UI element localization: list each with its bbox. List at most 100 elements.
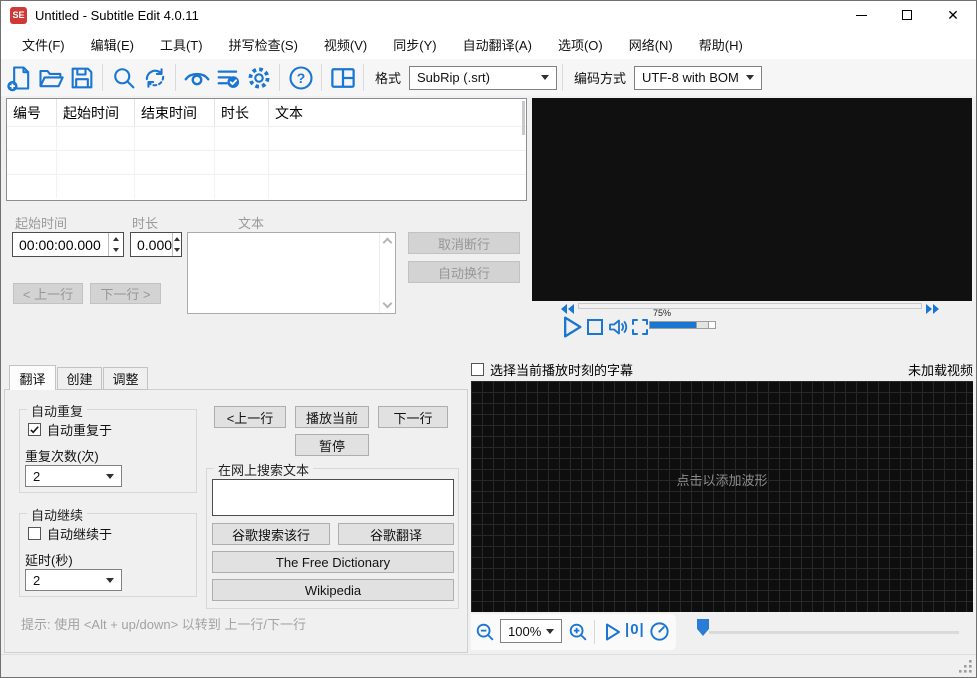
find-button[interactable] [108,62,139,93]
autobreak-button[interactable]: 自动换行 [408,261,520,283]
menu-sync[interactable]: 同步(Y) [380,29,449,59]
fast-forward-icon [926,304,939,314]
stop-icon [587,319,603,335]
video-mute-button[interactable] [606,315,630,344]
start-time-value[interactable]: 00:00:00.000 [13,233,108,256]
visual-sync-button[interactable] [181,62,212,93]
duration-value[interactable]: 0.000 [131,233,172,256]
settings-button[interactable] [243,62,274,93]
previous-line-button[interactable]: < 上一行 [13,283,83,304]
speedometer-icon [650,622,669,641]
menu-auto-translate[interactable]: 自动翻译(A) [450,29,545,59]
column-number[interactable]: 编号 [7,99,57,126]
next-line-button-2[interactable]: 下一行 [378,406,448,428]
waveform-zoom-out-button[interactable] [474,621,496,643]
status-bar [1,654,976,677]
next-line-button[interactable]: 下一行 > [90,283,161,304]
textarea-scrollbar[interactable] [379,233,395,313]
video-seekbar[interactable] [578,303,922,309]
video-stop-button[interactable] [586,318,604,341]
layout-icon [330,67,355,88]
text-label: 文本 [238,216,265,231]
video-fullscreen-button[interactable] [630,317,650,342]
scroll-down-icon[interactable] [382,298,393,309]
waveform-position-slider[interactable] [709,631,959,634]
spin-down-icon[interactable] [173,245,181,257]
menu-file[interactable]: 文件(F) [9,29,78,59]
column-end-time[interactable]: 结束时间 [135,99,215,126]
column-start-time[interactable]: 起始时间 [57,99,135,126]
auto-continue-checkbox-row[interactable]: 自动继续于 [28,524,112,543]
scroll-up-icon[interactable] [382,237,393,248]
save-file-button[interactable] [66,62,97,93]
table-row[interactable] [7,150,526,174]
maximize-button[interactable] [884,1,930,29]
checkbox-unchecked-icon[interactable] [28,527,41,540]
video-play-button[interactable] [557,313,585,346]
list-scrollbar[interactable] [522,101,525,135]
free-dictionary-button[interactable]: The Free Dictionary [212,551,454,573]
menu-tools[interactable]: 工具(T) [147,29,216,59]
unbreak-button[interactable]: 取消断行 [408,232,520,254]
tab-adjust[interactable]: 调整 [103,367,148,390]
play-from-start-button[interactable]: |0| [625,621,645,638]
waveform-area[interactable]: 点击以添加波形 [471,381,973,612]
seek-forward-button[interactable] [926,301,939,319]
waveform-zoom-in-button[interactable] [567,621,589,643]
checkbox-checked-icon[interactable] [28,423,41,436]
subtitle-list[interactable]: 编号 起始时间 结束时间 时长 文本 [6,98,527,201]
tab-translate[interactable]: 翻译 [9,365,56,390]
auto-repeat-checkbox-label: 自动重复于 [47,423,113,438]
tab-create[interactable]: 创建 [57,367,102,390]
subtitle-text-area[interactable] [187,232,396,314]
format-combobox[interactable]: SubRip (.srt) [409,65,558,90]
auto-repeat-checkbox-row[interactable]: 自动重复于 [28,420,112,439]
menu-help[interactable]: 帮助(H) [686,29,756,59]
menu-edit[interactable]: 编辑(E) [78,29,147,59]
playback-speed-button[interactable] [648,620,671,643]
volume-slider[interactable] [649,321,716,329]
waveform-play-button[interactable] [600,620,624,644]
video-display[interactable] [532,98,972,301]
volume-thumb[interactable] [696,322,709,328]
close-button[interactable]: ✕ [930,1,976,29]
menu-spellcheck[interactable]: 拼写检查(S) [216,29,311,59]
spell-check-button[interactable] [212,62,243,93]
replace-button[interactable] [139,62,170,93]
repeat-count-combobox[interactable]: 2 [25,465,122,487]
web-search-input[interactable] [212,479,454,516]
chevron-down-icon [746,75,755,80]
open-file-button[interactable] [35,62,66,93]
encoding-label: 编码方式 [574,71,627,86]
pause-button[interactable]: 暂停 [295,434,369,456]
menu-video[interactable]: 视频(V) [311,29,380,59]
column-duration[interactable]: 时长 [215,99,269,126]
play-current-button[interactable]: 播放当前 [295,406,369,428]
help-button[interactable]: ? [285,62,316,93]
prev-line-button[interactable]: <上一行 [214,406,286,428]
spin-up-icon[interactable] [109,233,123,245]
minimize-button[interactable] [838,1,884,29]
wikipedia-button[interactable]: Wikipedia [212,579,454,601]
column-text[interactable]: 文本 [269,99,526,126]
resize-grip[interactable] [958,659,973,674]
encoding-combobox[interactable]: UTF-8 with BOM [634,65,763,90]
spin-up-icon[interactable] [173,233,181,245]
delay-combobox[interactable]: 2 [25,569,122,591]
select-current-checkbox[interactable] [471,362,484,376]
slider-handle[interactable] [697,619,709,636]
table-row[interactable] [7,174,526,198]
gear-icon [247,66,270,89]
start-time-spinner[interactable]: 00:00:00.000 [12,232,124,257]
menu-network[interactable]: 网络(N) [616,29,686,59]
google-search-line-button[interactable]: 谷歌搜索该行 [212,523,330,545]
waveform-zoom-combobox[interactable]: 100% [500,619,562,643]
waveform-controls: 100% |0| [471,614,973,650]
spin-down-icon[interactable] [109,245,123,257]
google-translate-button[interactable]: 谷歌翻译 [338,523,454,545]
duration-spinner[interactable]: 0.000 [130,232,182,257]
new-file-button[interactable] [4,62,35,93]
menu-options[interactable]: 选项(O) [545,29,616,59]
table-row[interactable] [7,126,526,150]
layout-button[interactable] [327,62,358,93]
